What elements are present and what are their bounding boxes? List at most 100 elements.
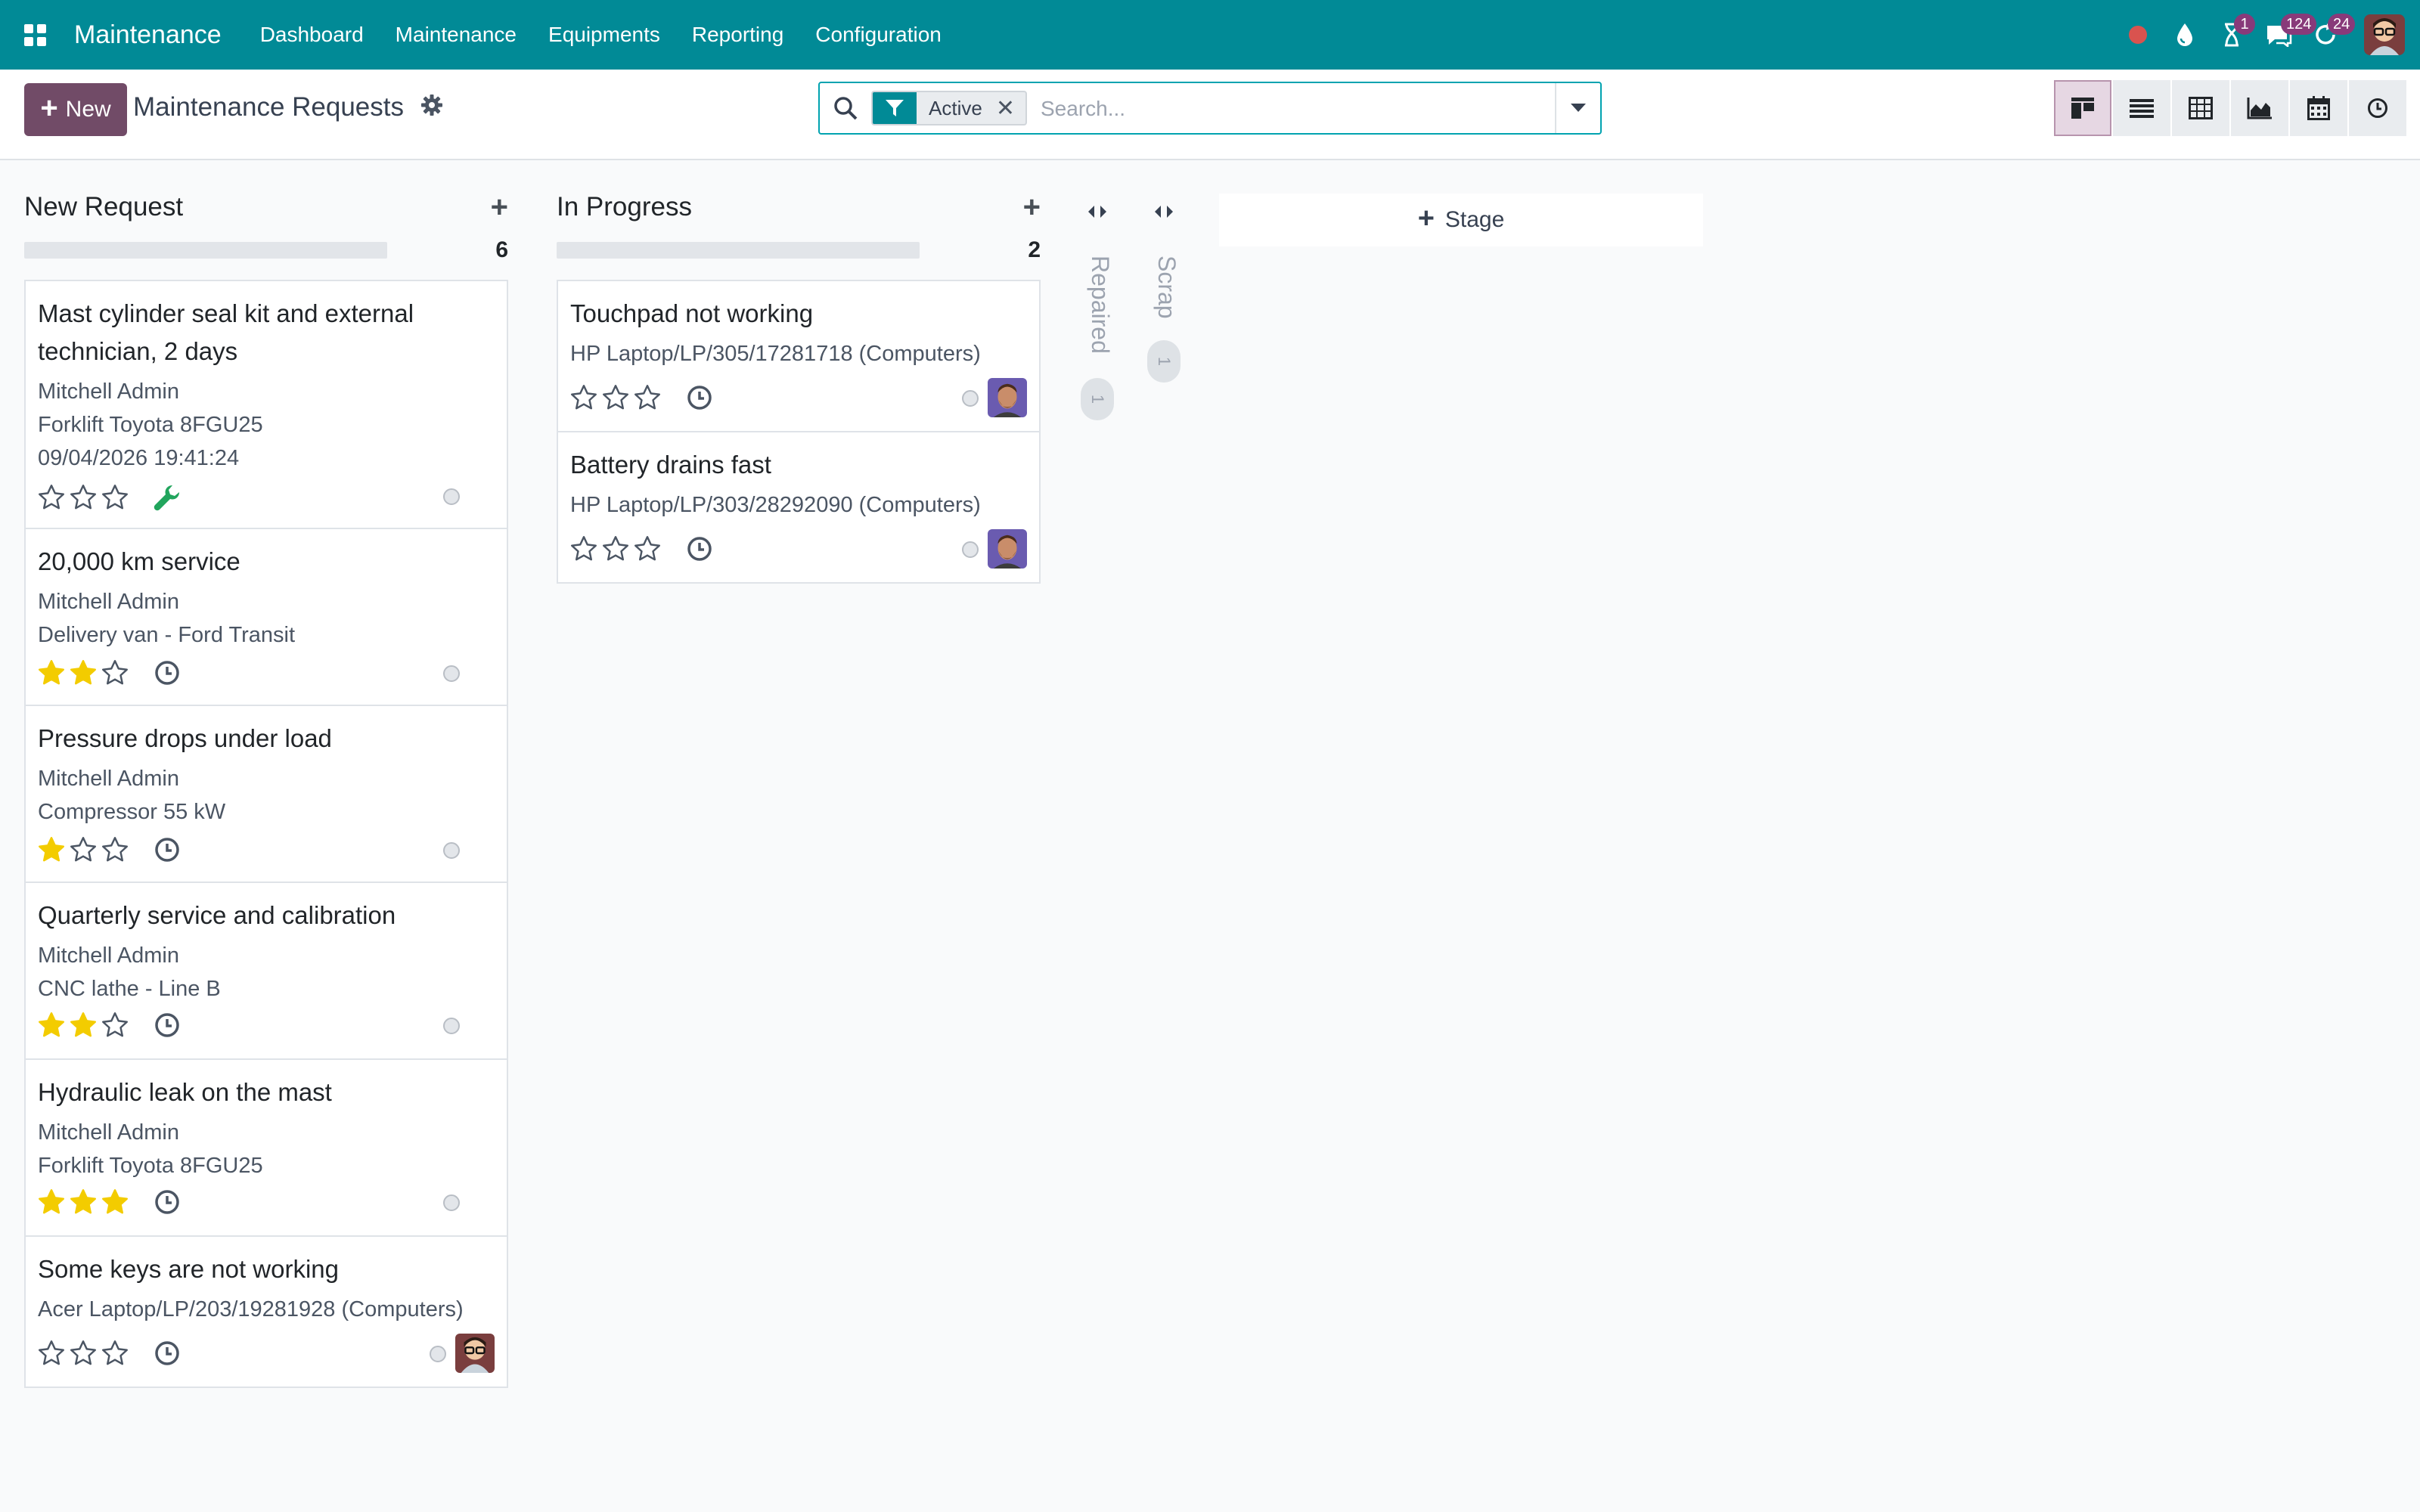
assignee-avatar[interactable] — [988, 378, 1027, 417]
unfold-arrows-icon[interactable] — [1153, 204, 1175, 223]
card-footer — [570, 383, 712, 413]
clock-icon[interactable] — [154, 1189, 180, 1215]
clock-icon[interactable] — [687, 385, 712, 411]
kanban-view-button[interactable] — [2054, 80, 2111, 136]
refresh-icon[interactable]: 24 — [2302, 0, 2356, 70]
star-empty-icon[interactable] — [70, 1340, 97, 1367]
star-empty-icon[interactable] — [634, 384, 661, 411]
star-filled-icon[interactable] — [101, 1188, 129, 1216]
star-filled-icon[interactable] — [70, 659, 97, 686]
star-empty-icon[interactable] — [101, 659, 129, 686]
kanban-state-dot[interactable] — [443, 842, 460, 859]
star-filled-icon[interactable] — [70, 1188, 97, 1216]
kanban-card[interactable]: 20,000 km service Mitchell Admin Deliver… — [24, 528, 508, 706]
clock-icon[interactable] — [154, 1012, 180, 1038]
column-progress-bar[interactable] — [557, 242, 920, 259]
calendar-view-button[interactable] — [2290, 80, 2347, 136]
priority-stars[interactable] — [570, 384, 661, 411]
user-avatar[interactable] — [2364, 14, 2405, 55]
kanban-card[interactable]: Pressure drops under load Mitchell Admin… — [24, 705, 508, 883]
quick-create-icon[interactable]: + — [1023, 191, 1041, 225]
card-title: Touchpad not working — [570, 299, 814, 327]
star-filled-icon[interactable] — [38, 836, 65, 863]
record-icon[interactable] — [2114, 0, 2161, 70]
graph-view-button[interactable] — [2231, 80, 2288, 136]
kanban-state-dot[interactable] — [443, 665, 460, 682]
menu-reporting[interactable]: Reporting — [676, 23, 799, 47]
list-view-button[interactable] — [2113, 80, 2170, 136]
star-empty-icon[interactable] — [602, 384, 629, 411]
menu-configuration[interactable]: Configuration — [799, 23, 957, 47]
star-empty-icon[interactable] — [101, 1012, 129, 1039]
quick-create-icon[interactable]: + — [491, 191, 508, 225]
new-button[interactable]: + New — [24, 83, 127, 136]
star-empty-icon[interactable] — [570, 535, 597, 562]
assignee-avatar[interactable] — [988, 529, 1027, 569]
active-filter-facet[interactable]: Active ✕ — [871, 91, 1027, 125]
priority-stars[interactable] — [38, 1188, 129, 1216]
activity-view-button[interactable] — [2349, 80, 2406, 136]
drop-icon[interactable] — [2161, 0, 2208, 70]
search-icon[interactable] — [833, 96, 858, 124]
kanban-state-dot[interactable] — [443, 1194, 460, 1211]
chat-icon[interactable]: 124 — [2255, 0, 2317, 70]
priority-stars[interactable] — [38, 484, 129, 511]
clock-icon[interactable] — [154, 660, 180, 686]
assignee-avatar[interactable] — [455, 1334, 495, 1373]
unfold-arrows-icon[interactable] — [1086, 204, 1109, 223]
search-input[interactable] — [1041, 92, 1525, 125]
search-options-toggle[interactable] — [1555, 83, 1600, 133]
clock-icon[interactable] — [154, 837, 180, 863]
card-footer — [38, 1338, 180, 1368]
kanban-state-dot[interactable] — [443, 1018, 460, 1034]
kanban-card[interactable]: Quarterly service and calibration Mitche… — [24, 881, 508, 1060]
priority-stars[interactable] — [38, 1340, 129, 1367]
star-empty-icon[interactable] — [38, 484, 65, 511]
apps-menu-icon[interactable] — [0, 0, 70, 70]
add-stage-button[interactable]: + Stage — [1219, 194, 1703, 246]
add-stage-label: Stage — [1444, 207, 1505, 232]
close-icon[interactable]: ✕ — [993, 92, 1025, 124]
hourglass-icon[interactable]: 1 — [2208, 0, 2255, 70]
star-filled-icon[interactable] — [70, 1012, 97, 1039]
star-empty-icon[interactable] — [101, 836, 129, 863]
kanban-card[interactable]: Battery drains fast HP Laptop/LP/303/282… — [557, 431, 1041, 584]
calendar-icon — [2307, 96, 2330, 120]
card-title: 20,000 km service — [38, 547, 240, 575]
card-assignee: Mitchell Admin — [38, 767, 179, 791]
gear-icon[interactable] — [420, 94, 443, 120]
kanban-state-dot[interactable] — [430, 1346, 446, 1362]
kanban-state-dot[interactable] — [962, 390, 979, 407]
star-empty-icon[interactable] — [634, 535, 661, 562]
star-filled-icon[interactable] — [38, 659, 65, 686]
kanban-state-dot[interactable] — [443, 488, 460, 505]
priority-stars[interactable] — [38, 836, 129, 863]
card-equipment: Forklift Toyota 8FGU25 — [38, 413, 263, 437]
wrench-icon — [153, 483, 182, 512]
kanban-card[interactable]: Mast cylinder seal kit and external tech… — [24, 280, 508, 529]
kanban-state-dot[interactable] — [962, 541, 979, 558]
priority-stars[interactable] — [38, 659, 129, 686]
star-filled-icon[interactable] — [38, 1012, 65, 1039]
menu-equipments[interactable]: Equipments — [532, 23, 676, 47]
star-empty-icon[interactable] — [70, 836, 97, 863]
star-empty-icon[interactable] — [101, 484, 129, 511]
star-empty-icon[interactable] — [38, 1340, 65, 1367]
column-progress-bar[interactable] — [24, 242, 387, 259]
star-empty-icon[interactable] — [602, 535, 629, 562]
star-empty-icon[interactable] — [570, 384, 597, 411]
app-brand[interactable]: Maintenance — [74, 20, 222, 50]
menu-dashboard[interactable]: Dashboard — [244, 23, 380, 47]
kanban-card[interactable]: Some keys are not working Acer Laptop/LP… — [24, 1235, 508, 1388]
pivot-view-button[interactable] — [2172, 80, 2229, 136]
priority-stars[interactable] — [570, 535, 661, 562]
star-empty-icon[interactable] — [101, 1340, 129, 1367]
clock-icon[interactable] — [154, 1340, 180, 1366]
star-empty-icon[interactable] — [70, 484, 97, 511]
clock-icon[interactable] — [687, 536, 712, 562]
priority-stars[interactable] — [38, 1012, 129, 1039]
menu-maintenance[interactable]: Maintenance — [380, 23, 532, 47]
kanban-card[interactable]: Hydraulic leak on the mast Mitchell Admi… — [24, 1058, 508, 1237]
star-filled-icon[interactable] — [38, 1188, 65, 1216]
kanban-card[interactable]: Touchpad not working HP Laptop/LP/305/17… — [557, 280, 1041, 432]
